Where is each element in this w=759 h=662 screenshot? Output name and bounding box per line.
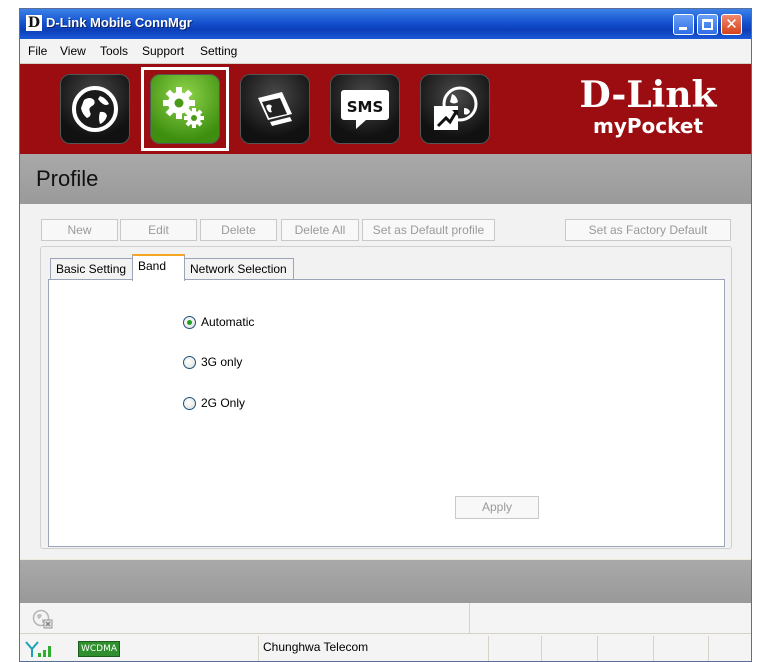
app-window: D D-Link Mobile ConnMgr ✕ File View Tool… <box>19 8 752 662</box>
radio-label-3g-only: 3G only <box>201 355 243 369</box>
signal-strength-icon <box>25 641 51 657</box>
tab-basic-setting[interactable]: Basic Setting <box>50 258 133 279</box>
band-tab-panel <box>48 279 725 547</box>
dlink-app-icon: D <box>26 15 42 31</box>
tab-network-selection[interactable]: Network Selection <box>184 258 294 279</box>
close-button[interactable]: ✕ <box>721 14 742 35</box>
globe-icon <box>72 86 118 132</box>
status-bar-upper <box>20 603 751 634</box>
menu-support[interactable]: Support <box>142 44 184 58</box>
tab-band[interactable]: Band <box>132 254 185 281</box>
window-title: D-Link Mobile ConnMgr <box>46 15 192 30</box>
menu-bar: File View Tools Support Setting <box>20 39 751 64</box>
status-separator <box>597 636 598 661</box>
settings-nav-button[interactable] <box>150 74 220 144</box>
delete-button[interactable]: Delete <box>200 219 277 241</box>
radio-label-2g-only: 2G Only <box>201 396 246 410</box>
maximize-button[interactable] <box>697 14 718 35</box>
status-separator <box>488 636 489 661</box>
set-default-profile-button[interactable]: Set as Default profile <box>362 219 495 241</box>
menu-tools[interactable]: Tools <box>100 44 128 58</box>
page-header: Profile <box>20 154 751 204</box>
page-title: Profile <box>36 166 99 191</box>
sms-icon: SMS <box>341 90 389 129</box>
status-separator <box>469 603 470 633</box>
set-factory-default-button[interactable]: Set as Factory Default <box>565 219 731 241</box>
minimize-icon <box>679 27 687 30</box>
network-stats-icon <box>434 86 478 130</box>
radio-button[interactable] <box>183 356 196 369</box>
phonebook-icon <box>258 92 292 126</box>
radio-button[interactable] <box>183 397 196 410</box>
delete-all-button[interactable]: Delete All <box>281 219 359 241</box>
close-icon: ✕ <box>725 15 738 33</box>
maximize-icon <box>702 19 713 30</box>
brand-name: D-Link <box>579 74 717 116</box>
status-bar-lower: WCDMA Chunghwa Telecom <box>20 634 751 661</box>
new-button[interactable]: New <box>41 219 118 241</box>
brand-tagline: myPocket <box>592 114 704 138</box>
minimize-button[interactable] <box>673 14 694 35</box>
status-separator <box>258 636 259 661</box>
edit-button[interactable]: Edit <box>120 219 197 241</box>
carrier-name: Chunghwa Telecom <box>263 640 369 654</box>
nav-banner: SMS D-Link myPocket <box>20 64 751 154</box>
network-type-badge: WCDMA <box>78 641 121 657</box>
gears-icon <box>163 87 204 128</box>
status-separator <box>708 636 709 661</box>
radio-label-automatic: Automatic <box>201 315 255 329</box>
phonebook-nav-button[interactable] <box>240 74 310 144</box>
status-separator <box>541 636 542 661</box>
menu-setting[interactable]: Setting <box>200 44 237 58</box>
sms-label: SMS <box>347 98 384 116</box>
radio-button-checked[interactable] <box>183 316 196 329</box>
footer-bar <box>20 560 751 603</box>
apply-button[interactable]: Apply <box>455 496 539 519</box>
sms-nav-button[interactable]: SMS <box>330 74 400 144</box>
disconnected-globe-icon <box>32 609 53 629</box>
menu-file[interactable]: File <box>28 44 47 58</box>
menu-view[interactable]: View <box>60 44 86 58</box>
dlink-logo: D-Link myPocket <box>558 76 738 138</box>
statistics-nav-button[interactable] <box>420 74 490 144</box>
status-separator <box>653 636 654 661</box>
internet-nav-button[interactable] <box>60 74 130 144</box>
title-bar[interactable]: D D-Link Mobile ConnMgr ✕ <box>20 9 751 39</box>
